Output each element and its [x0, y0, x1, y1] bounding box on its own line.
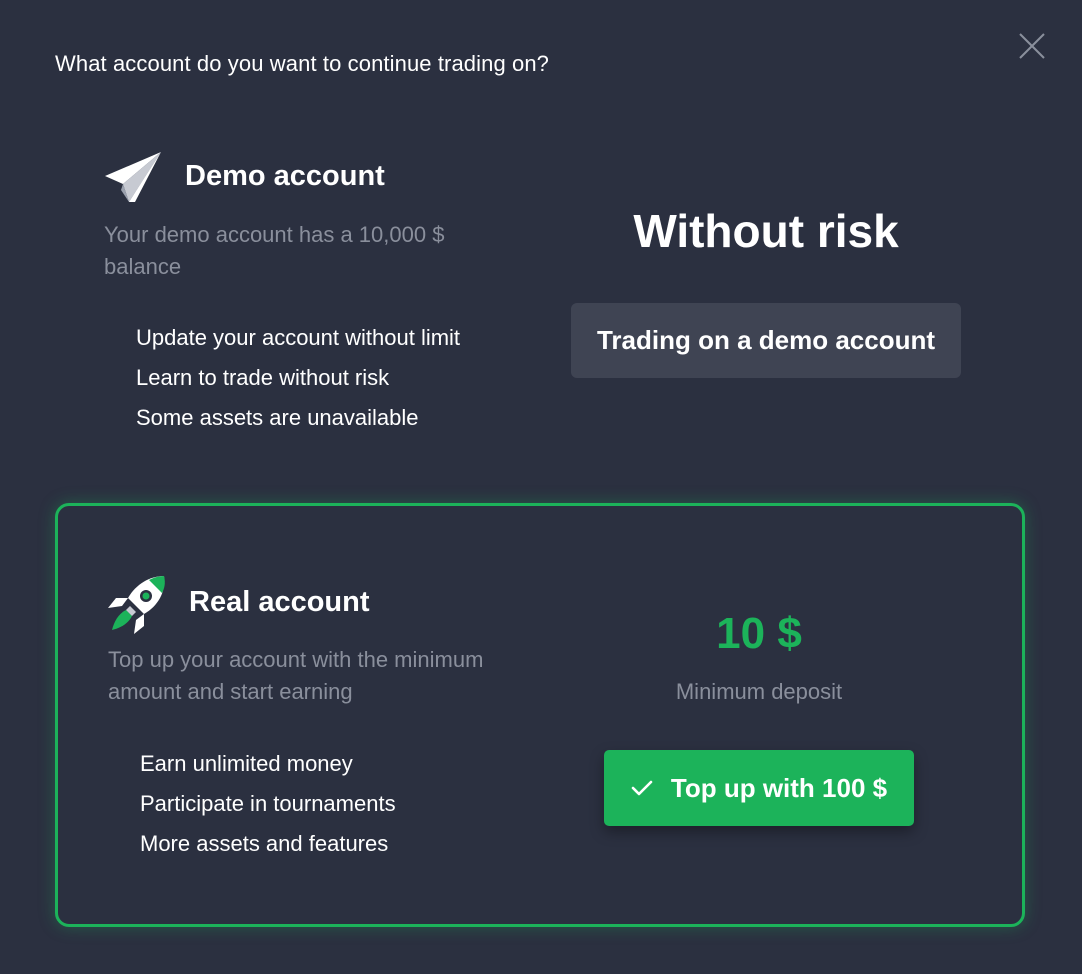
rocket-icon	[106, 572, 170, 636]
trade-demo-button[interactable]: Trading on a demo account	[571, 303, 961, 378]
real-feature-item: Earn unlimited money	[140, 751, 353, 776]
modal-title: What account do you want to continue tra…	[55, 51, 550, 76]
real-feature-item: Participate in tournaments	[140, 791, 396, 816]
real-feature-list: Earn unlimited money Participate in tour…	[140, 744, 396, 864]
check-icon	[631, 779, 653, 797]
paper-plane-icon	[103, 150, 165, 204]
real-account-title: Real account	[189, 586, 370, 618]
top-up-button-label: Top up with 100 $	[670, 772, 888, 803]
close-icon[interactable]	[1017, 31, 1047, 61]
real-feature-item: More assets and features	[140, 831, 389, 856]
top-up-button[interactable]: Top up with 100 $	[604, 750, 914, 826]
demo-feature-item: Learn to trade without risk	[136, 365, 390, 390]
demo-headline: Without risk	[633, 205, 899, 257]
demo-account-description: Your demo account has a 10,000 $ balance	[104, 222, 445, 279]
real-account-description: Top up your account with the minimum amo…	[108, 647, 484, 704]
demo-feature-list: Update your account without limit Learn …	[136, 318, 460, 438]
demo-feature-item: Some assets are unavailable	[136, 405, 419, 430]
account-choice-modal: What account do you want to continue tra…	[0, 0, 1082, 974]
minimum-deposit-label: Minimum deposit	[675, 679, 843, 704]
minimum-deposit-amount: 10 $	[716, 609, 802, 658]
demo-account-title: Demo account	[185, 160, 385, 192]
demo-feature-item: Update your account without limit	[136, 325, 461, 350]
